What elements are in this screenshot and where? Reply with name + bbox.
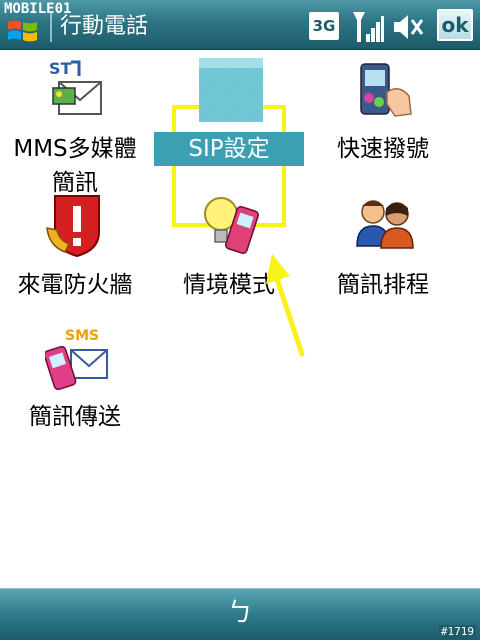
- mms-settings-icon: ST: [49, 59, 102, 115]
- grid-item-label: 簡訊傳送: [29, 404, 121, 430]
- app-title: 行動電話: [60, 14, 149, 39]
- grid-item-label: 簡訊排程: [337, 272, 429, 298]
- sms-schedule-icon: [356, 200, 414, 249]
- settings-grid: ST MMS多媒體 簡訊 SIP設定 快速撥號 來電防火牆 情境模式 簡訊排程 …: [0, 50, 480, 586]
- call-firewall-icon: [46, 195, 100, 258]
- volume-icon[interactable]: [392, 12, 426, 42]
- ok-button[interactable]: ok: [437, 9, 473, 41]
- grid-item-sms-schedule[interactable]: 簡訊排程: [308, 194, 458, 304]
- grid-item-label: SIP設定: [154, 132, 304, 166]
- title-bar: MOBILE01 行動電話 3G ok: [0, 0, 480, 50]
- grid-item-label: 快速撥號: [337, 136, 429, 162]
- grid-item-speed-dial[interactable]: 快速撥號: [308, 58, 458, 198]
- sms-send-icon: SMS: [45, 328, 108, 390]
- profiles-icon: [204, 197, 259, 255]
- sip-settings-icon: [199, 58, 263, 122]
- grid-item-label: MMS多媒體: [13, 136, 137, 162]
- network-3g-badge[interactable]: 3G: [309, 12, 339, 40]
- photo-id-tag: #1719: [438, 625, 476, 639]
- speed-dial-icon: [360, 63, 412, 117]
- title-separator: [50, 12, 52, 42]
- grid-item-mms[interactable]: ST MMS多媒體 簡訊: [0, 58, 150, 198]
- softkey-bar: ㄅ #1719: [0, 588, 480, 640]
- grid-item-sms-send[interactable]: SMS 簡訊傳送: [0, 326, 150, 446]
- annotation-arrow: [266, 254, 305, 357]
- grid-item-sip-settings[interactable]: SIP設定: [154, 58, 304, 198]
- grid-item-label: 來電防火牆: [17, 272, 133, 298]
- svg-text:ST: ST: [49, 59, 72, 78]
- grid-item-call-firewall[interactable]: 來電防火牆: [0, 194, 150, 304]
- signal-strength-icon[interactable]: [352, 10, 384, 44]
- sms-badge: SMS: [65, 328, 99, 344]
- windows-start-icon[interactable]: [4, 16, 44, 46]
- input-method-softkey[interactable]: ㄅ: [220, 595, 260, 631]
